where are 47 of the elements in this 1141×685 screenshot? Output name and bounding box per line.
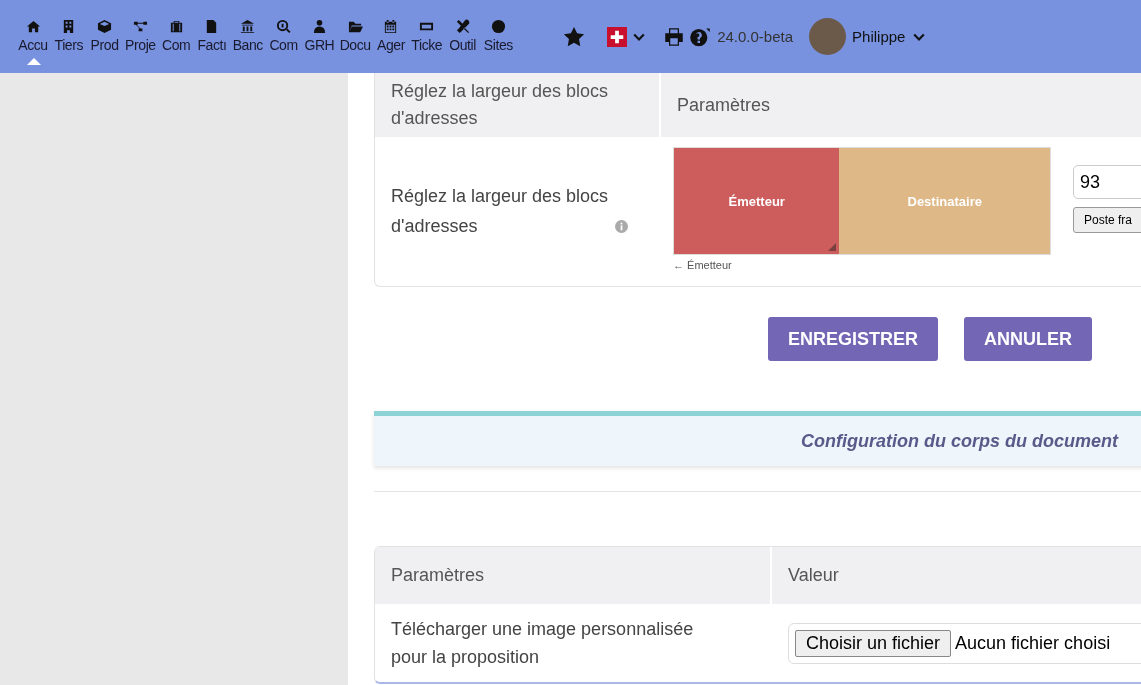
caption: ← Émetteur [673, 259, 733, 271]
file-status: Aucun fichier choisi [955, 632, 1111, 654]
choose-file-button[interactable]: Choisir un fichier [795, 629, 952, 657]
preset-button[interactable]: Poste fra [1073, 207, 1141, 233]
star-icon[interactable] [563, 25, 586, 48]
menu-item[interactable]: Ticke [409, 8, 444, 65]
menu-item[interactable]: Accu [16, 8, 50, 65]
column-header: Valeur [770, 547, 1141, 604]
chevron-down-icon[interactable] [913, 32, 926, 41]
printer-icon[interactable] [663, 26, 686, 47]
flag-icon[interactable] [607, 26, 628, 47]
home-icon [25, 18, 41, 34]
menu-item[interactable]: Factı [195, 8, 229, 65]
menu-item[interactable]: Prod [87, 8, 122, 65]
user-menu[interactable]: Philippe [852, 28, 914, 45]
menu-item[interactable]: GRH [302, 8, 337, 65]
menu-item[interactable]: Com [159, 8, 194, 65]
calendar-icon [383, 18, 399, 34]
sender-block[interactable]: Émetteur [674, 148, 840, 254]
recipient-block: Destinataire [839, 148, 1050, 254]
menu-item[interactable]: Outil [445, 8, 480, 65]
menu-item[interactable]: Proje [123, 8, 158, 65]
cube-icon [97, 18, 113, 34]
resize-handle-icon[interactable] [828, 243, 837, 251]
bank-icon [240, 18, 256, 34]
setting-label: Télécharger une image personnalisée pour la proposition [390, 618, 695, 669]
section-title: Configuration du corps du document [801, 430, 1118, 452]
file-input[interactable]: Choisir un fichier Aucun fichier choisi [788, 622, 1141, 664]
menu-item[interactable]: Banc [230, 8, 265, 65]
menu-item[interactable]: Com [266, 8, 301, 65]
action-button[interactable]: ANNULER [964, 317, 1093, 361]
help-icon[interactable] [689, 26, 712, 47]
menu-item[interactable]: Docu [338, 8, 373, 65]
version-label: 24.0.0-beta [717, 28, 794, 45]
tools-icon [455, 18, 471, 34]
width-input[interactable]: 93 [1073, 165, 1141, 199]
briefcase-icon [168, 18, 184, 34]
info-icon [615, 220, 628, 233]
action-button[interactable]: ENREGISTRER [768, 317, 939, 361]
column-header: Paramètres [390, 564, 486, 587]
column-header: Réglez la largeur des blocs d'adresses [390, 80, 610, 130]
menu-item[interactable]: Sites [481, 8, 516, 65]
column-header: Paramètres [659, 73, 1141, 137]
setting-label: Réglez la largeur des blocs d'adresses [391, 185, 610, 238]
chevron-down-icon[interactable] [633, 32, 646, 41]
menu-item[interactable]: Tiers [51, 8, 86, 65]
menu-item[interactable]: Ager [373, 8, 408, 65]
